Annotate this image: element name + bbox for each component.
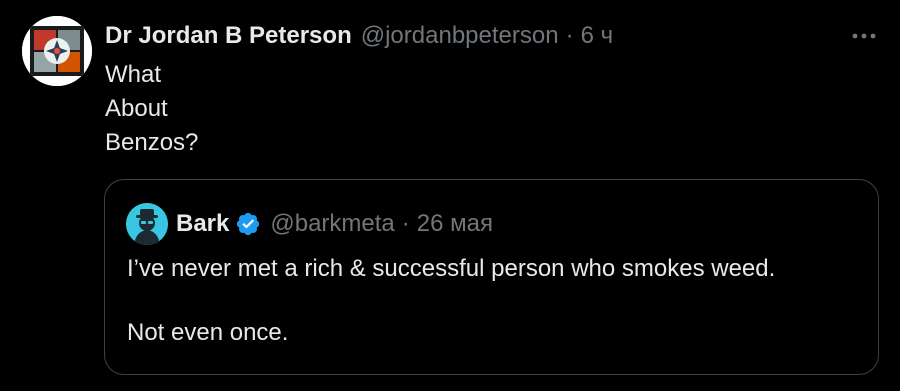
quoted-author-handle[interactable]: @barkmeta [270,207,394,241]
verified-badge-icon [235,211,261,237]
author-display-name[interactable]: Dr Jordan B Peterson [105,20,352,52]
quoted-tweet-text-line: Not even once. [127,319,289,346]
more-horizontal-icon [852,33,876,39]
quoted-tweet-timestamp[interactable]: 26 мая [417,207,493,241]
tweet-text-line: What [105,61,162,88]
quoted-author-avatar-image [126,203,168,245]
quoted-tweet-header: Bark @barkmeta · 26 мая [176,207,493,241]
author-avatar[interactable] [22,16,92,86]
quoted-tweet-text-line: I’ve never met a rich & successful perso… [127,255,776,282]
quoted-author-avatar[interactable] [126,203,168,245]
quoted-author-display-name[interactable]: Bark [176,207,229,241]
tweet[interactable]: Dr Jordan B Peterson @jordanbpeterson · … [0,0,900,391]
quoted-tweet-text: I’ve never met a rich & successful perso… [127,252,867,350]
more-options-button[interactable] [850,24,878,48]
separator-dot: · [565,22,574,49]
tweet-text-line: Benzos? [105,129,199,156]
tweet-header: Dr Jordan B Peterson @jordanbpeterson · … [105,20,613,52]
tweet-timestamp[interactable]: 6 ч [581,20,614,52]
separator-dot: · [401,210,410,237]
quoted-tweet-card[interactable]: Bark @barkmeta · 26 мая I’ve never met a… [104,179,879,375]
author-handle[interactable]: @jordanbpeterson [361,20,559,52]
tweet-text: What About Benzos? [105,58,198,160]
tweet-text-line: About [105,95,168,122]
author-avatar-image [22,16,92,86]
